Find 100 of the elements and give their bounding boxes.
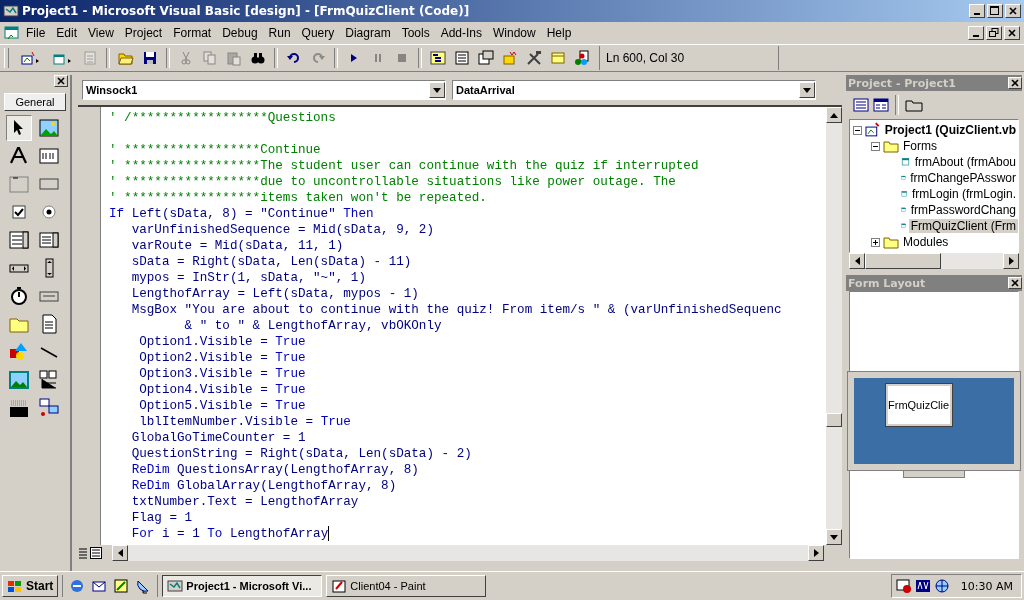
horizontal-scrollbar[interactable] [112, 545, 824, 561]
code-line: Option4.Visible = True [138, 382, 306, 398]
scroll-arrow-icon [854, 257, 860, 265]
form-layout-icon[interactable] [478, 50, 494, 66]
menu-item[interactable]: Debug [217, 24, 263, 42]
tree-item[interactable]: frmPasswordChang [908, 203, 1018, 217]
module-view-icon[interactable] [90, 547, 102, 559]
menu-item[interactable]: Add-Ins [435, 24, 487, 42]
network-icon[interactable] [38, 397, 60, 419]
menu-item[interactable]: File [21, 24, 51, 42]
data-view-icon[interactable] [550, 50, 566, 66]
code-line: Option2.Visible = True [138, 350, 306, 366]
close-button[interactable] [1008, 77, 1022, 89]
text-box-icon[interactable] [38, 145, 60, 167]
save-icon[interactable] [142, 50, 158, 66]
tree-item[interactable]: frmChangePAsswor [908, 171, 1018, 185]
antivirus-icon [914, 578, 931, 594]
minimize-button[interactable] [968, 26, 984, 40]
code-line: lblItemNumber.Visible = True [138, 414, 351, 430]
code-line: ' ******************The student user can continue with the quiz if interrupted [109, 158, 699, 174]
form-preview[interactable]: FrmQuizClie [886, 384, 952, 426]
code-line: ReDim GlobalArray(LengthofArray, 8) [130, 478, 397, 494]
menu-item[interactable]: Tools [396, 24, 435, 42]
start-button[interactable]: Start [2, 575, 59, 597]
maximize-button[interactable] [987, 4, 1003, 18]
scheduler-icon [895, 578, 912, 594]
tree-item[interactable]: frmLogin (frmLogin. [909, 187, 1018, 201]
restore-icon [989, 28, 999, 38]
dropdown-arrow-icon [433, 87, 441, 93]
tree-item[interactable]: Modules [901, 235, 951, 249]
email-icon[interactable] [91, 578, 108, 594]
object-dropdown[interactable]: Winsock1 [82, 80, 446, 100]
minimize-button[interactable] [969, 4, 985, 18]
folder-icon [883, 234, 899, 250]
procedure-view-icon[interactable] [78, 547, 88, 559]
combo-box-icon[interactable] [8, 229, 30, 251]
menu-item[interactable]: Help [541, 24, 577, 42]
code-line: If Left(sData, 8) = "Continue" Then [109, 206, 374, 222]
minimize-icon [973, 35, 979, 37]
code-line: & " to " & LengthofArray, vbOKOnly [183, 318, 442, 334]
tree-item[interactable]: Forms [901, 139, 939, 153]
undo-icon[interactable] [286, 50, 302, 66]
menu-item[interactable]: Edit [51, 24, 83, 42]
code-line: ' ******************due to uncontrollable situations like power outage. The [109, 174, 676, 190]
list-box-icon[interactable] [38, 229, 60, 251]
close-button[interactable] [1008, 277, 1022, 289]
menu-item[interactable]: Query [296, 24, 340, 42]
scroll-arrow-icon [830, 112, 838, 118]
close-button[interactable] [54, 75, 68, 87]
menu-item[interactable]: Window [488, 24, 541, 42]
code-line: ' ******************items taken won't be repeated. [109, 190, 487, 206]
browser-icon[interactable] [69, 578, 86, 594]
menu-item[interactable]: Project [119, 24, 168, 42]
collapse-icon[interactable] [871, 141, 880, 151]
toggle-folders-icon[interactable] [904, 97, 924, 113]
close-button[interactable] [1004, 26, 1020, 40]
notepad-icon[interactable] [113, 578, 130, 594]
tree-item[interactable]: frmAbout (frmAbou [912, 155, 1018, 169]
taskbar-button[interactable]: Client04 - Paint [326, 575, 487, 597]
binoculars-icon[interactable] [250, 50, 266, 66]
dropdown-arrow-icon [803, 87, 811, 93]
stopwatch-icon[interactable] [8, 285, 30, 307]
scroll-thumb[interactable] [826, 413, 842, 427]
menu-item[interactable]: Run [263, 24, 296, 42]
menu-item[interactable]: View [83, 24, 119, 42]
data-control-icon[interactable] [38, 369, 60, 391]
scroll-arrow-icon [830, 534, 838, 540]
paint-icon [331, 579, 348, 593]
menu-item[interactable]: Format [168, 24, 217, 42]
object-browser-icon[interactable] [502, 50, 518, 66]
picture-box-icon[interactable] [38, 117, 60, 139]
tree-item[interactable]: Project1 (QuizClient.vb [882, 123, 1018, 137]
toolbox-tab[interactable]: General [4, 93, 66, 111]
project-explorer-icon[interactable] [430, 50, 446, 66]
scroll-arrow-icon [117, 549, 123, 557]
close-button[interactable] [1005, 4, 1021, 18]
diagram-icon[interactable] [574, 50, 590, 66]
code-line: QuestionString = Right(sData, Len(sData) - 2) [130, 446, 472, 462]
view-object-icon[interactable] [872, 97, 890, 113]
horizontal-scrollbar[interactable] [849, 253, 1019, 269]
close-icon [1010, 278, 1020, 288]
app-icon [167, 579, 184, 593]
image-icon[interactable] [8, 369, 30, 391]
procedure-dropdown[interactable]: DataArrival [452, 80, 816, 100]
expand-icon[interactable] [871, 237, 880, 247]
window-title: Project1 - Microsoft Visual Basic [design] - [FrmQuizClient (Code)] [22, 4, 471, 18]
vertical-scrollbar[interactable] [826, 107, 842, 545]
code-line: LengthofArray = Left(sData, mypos - 1) [130, 286, 419, 302]
scroll-thumb[interactable] [865, 253, 941, 269]
open-folder-icon[interactable] [118, 50, 134, 66]
view-code-icon[interactable] [852, 97, 870, 113]
taskbar-button[interactable]: Project1 - Microsoft Vi... [162, 575, 323, 597]
close-icon [1008, 6, 1018, 16]
collapse-icon[interactable] [853, 125, 862, 135]
shapes-icon[interactable] [8, 341, 30, 363]
restore-button[interactable] [986, 26, 1002, 40]
add-project-icon[interactable] [20, 50, 40, 66]
tree-item[interactable]: FrmQuizClient (Frm [908, 219, 1018, 233]
properties-icon[interactable] [454, 50, 470, 66]
menu-item[interactable]: Diagram [340, 24, 396, 42]
